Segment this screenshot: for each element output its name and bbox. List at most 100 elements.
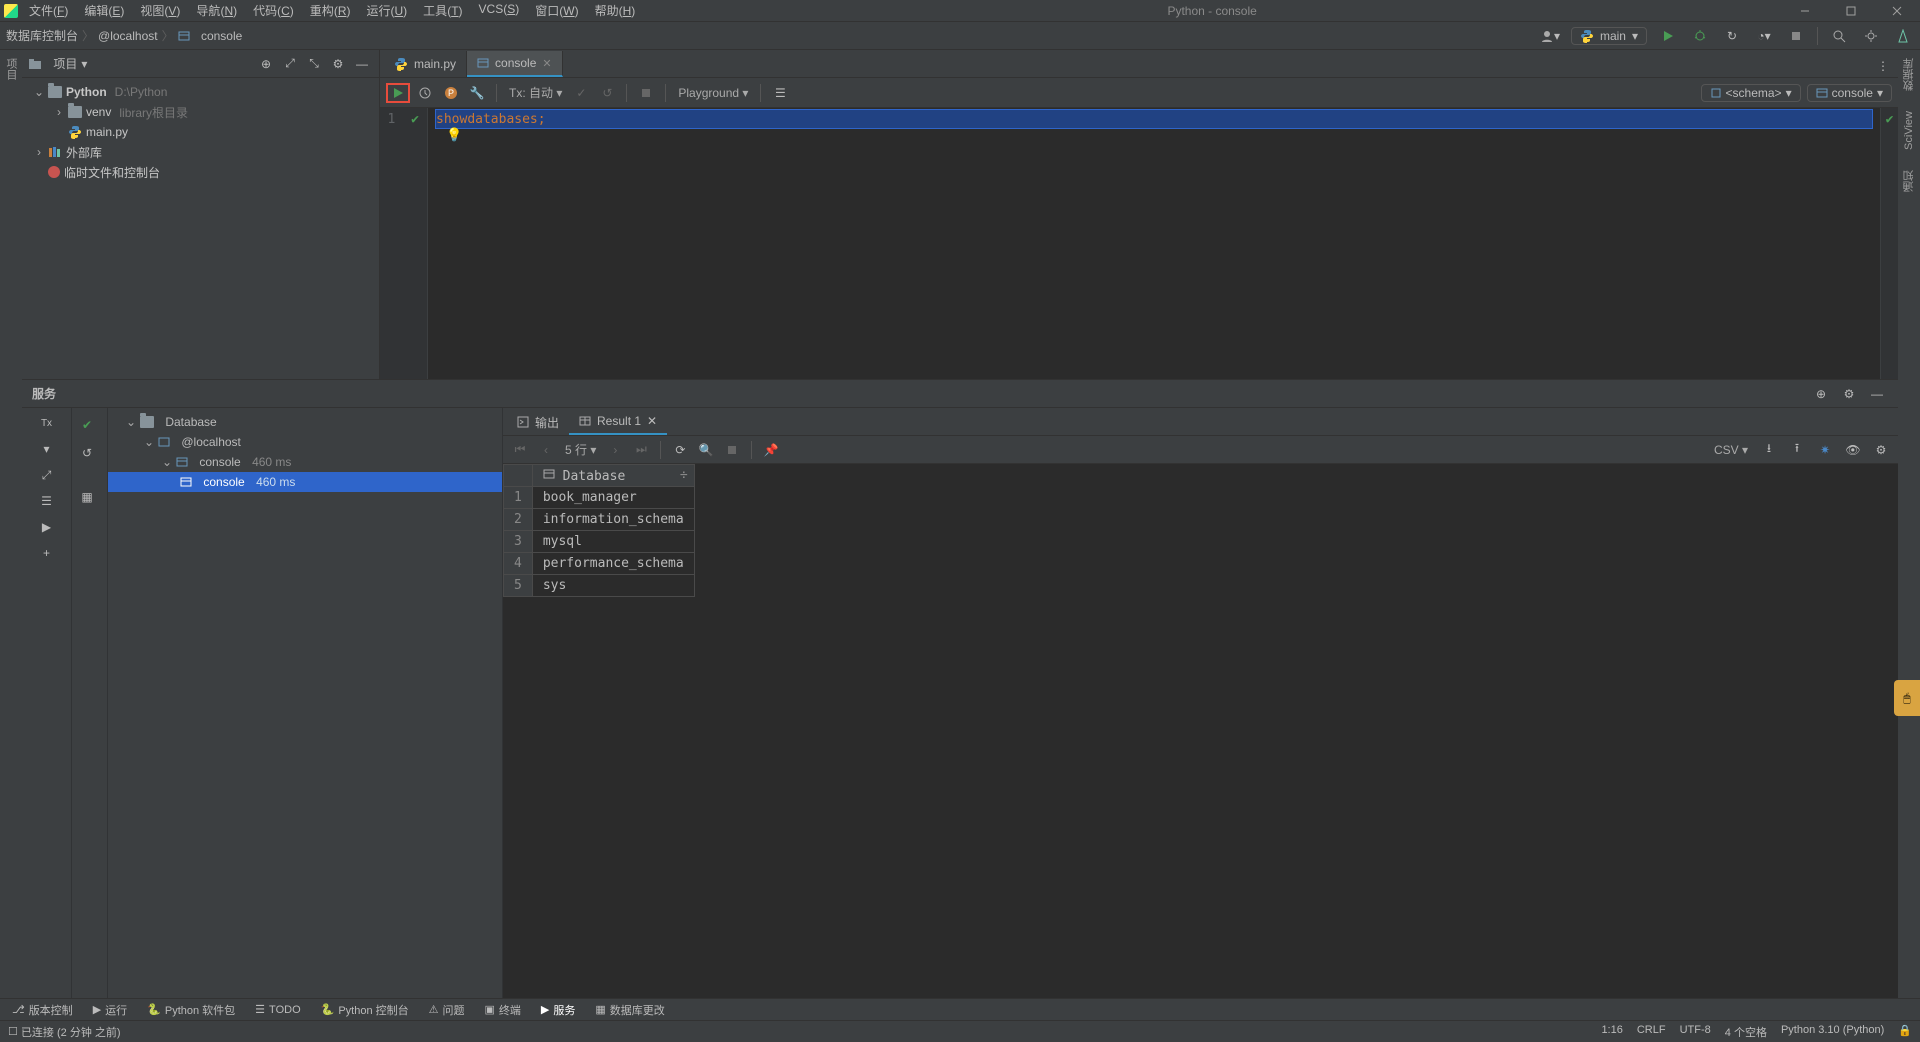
code-line-1[interactable]: show databases; xyxy=(436,110,1872,128)
first-page-icon[interactable]: ⏮ xyxy=(509,439,531,461)
expand-icon[interactable]: ⤢ xyxy=(279,53,301,75)
close-tab-icon[interactable]: ✕ xyxy=(542,57,551,70)
revert-icon[interactable]: ↺ xyxy=(76,442,98,464)
btab-dbchanges[interactable]: ▦ 数据库更改 xyxy=(587,1000,672,1020)
collapse-icon[interactable]: ⤡ xyxy=(303,53,325,75)
status-interpreter[interactable]: Python 3.10 (Python) xyxy=(1781,1024,1884,1040)
project-root[interactable]: ⌄ Python D:\Python xyxy=(22,82,379,102)
debug-button[interactable] xyxy=(1689,25,1711,47)
settings-icon[interactable] xyxy=(1860,25,1882,47)
last-page-icon[interactable]: ⏭ xyxy=(630,439,652,461)
p-badge-icon[interactable]: P xyxy=(440,82,462,104)
search-icon[interactable] xyxy=(1828,25,1850,47)
tree-scratches[interactable]: 临时文件和控制台 xyxy=(22,162,379,182)
export-format[interactable]: CSV ▾ xyxy=(1710,443,1752,457)
menu-code[interactable]: 代码(C) xyxy=(246,0,301,22)
database-tool-tab[interactable]: 数据库 xyxy=(1899,54,1919,95)
compare-icon[interactable]: ✷ xyxy=(1814,439,1836,461)
result-tab-output[interactable]: 输出 xyxy=(507,409,569,435)
hide-panel-icon[interactable]: — xyxy=(1866,383,1888,405)
project-tree[interactable]: ⌄ Python D:\Python › venv library根目录 mai… xyxy=(22,78,379,186)
btab-todo[interactable]: ☰ TODO xyxy=(247,1001,308,1018)
tree-item-venv[interactable]: › venv library根目录 xyxy=(22,102,379,122)
btab-pyconsole[interactable]: 🐍 Python 控制台 xyxy=(313,1000,417,1020)
tx-button[interactable]: Tx xyxy=(36,412,58,434)
result-tab-1[interactable]: Result 1✕ xyxy=(569,409,667,435)
btab-problems[interactable]: ⚠ 问题 xyxy=(421,1000,473,1020)
run-button[interactable] xyxy=(1657,25,1679,47)
status-encoding[interactable]: UTF-8 xyxy=(1680,1024,1711,1040)
tab-mainpy[interactable]: main.py xyxy=(384,51,467,77)
sciview-tool-tab[interactable]: SciView xyxy=(1901,107,1917,154)
project-tool-tab[interactable]: 项目 xyxy=(1,54,21,84)
reload-icon[interactable]: ⟳ xyxy=(669,439,691,461)
menu-tools[interactable]: 工具(T) xyxy=(416,0,469,22)
group-icon[interactable]: ☰ xyxy=(36,490,58,512)
result-grid[interactable]: Database÷ 1book_manager 2information_sch… xyxy=(503,464,1898,998)
tx-mode-selector[interactable]: Tx: 自动 ▾ xyxy=(505,84,566,101)
locate-service-icon[interactable]: ⊕ xyxy=(1810,383,1832,405)
session-selector[interactable]: console ▾ xyxy=(1807,84,1892,102)
coverage-button[interactable]: ↻ xyxy=(1721,25,1743,47)
schema-selector[interactable]: <schema> ▾ xyxy=(1701,84,1801,102)
rows-count[interactable]: 5 行 ▾ xyxy=(561,441,600,458)
maximize-button[interactable] xyxy=(1828,0,1874,22)
format-icon[interactable]: ☰ xyxy=(769,82,791,104)
stop-result-icon[interactable] xyxy=(721,439,743,461)
rollback-icon[interactable]: ↺ xyxy=(596,82,618,104)
hide-sidebar-icon[interactable]: — xyxy=(351,53,373,75)
download-icon[interactable]: ⭳ xyxy=(1758,439,1780,461)
run-config-selector[interactable]: main ▾ xyxy=(1571,27,1647,45)
menu-edit[interactable]: 编辑(E) xyxy=(77,0,131,22)
close-result-icon[interactable]: ✕ xyxy=(647,414,657,428)
side-notch-icon[interactable]: 🖱 xyxy=(1894,680,1920,716)
tree-item-mainpy[interactable]: main.py xyxy=(22,122,379,142)
notifications-tool-tab[interactable]: 通知 xyxy=(1899,166,1919,196)
cww-icon[interactable] xyxy=(1892,25,1914,47)
menu-navigate[interactable]: 导航(N) xyxy=(189,0,244,22)
crumb-1[interactable]: @localhost xyxy=(98,29,158,43)
user-icon[interactable]: ▾ xyxy=(1539,25,1561,47)
execute-button-highlighted[interactable] xyxy=(386,83,410,103)
lock-icon[interactable]: 🔒 xyxy=(1898,1024,1912,1040)
apply-icon[interactable]: ✔ xyxy=(76,414,98,436)
menu-window[interactable]: 窗口(W) xyxy=(528,0,585,22)
upload-icon[interactable]: ⭱ xyxy=(1786,439,1808,461)
cancel-run-icon[interactable] xyxy=(635,82,657,104)
crumb-0[interactable]: 数据库控制台 xyxy=(6,27,78,44)
menu-file[interactable]: 文件(F) xyxy=(22,0,75,22)
menu-refactor[interactable]: 重构(R) xyxy=(303,0,358,22)
menu-run[interactable]: 运行(U) xyxy=(359,0,414,22)
result-settings-icon[interactable]: ⚙ xyxy=(1870,439,1892,461)
svc-console-item[interactable]: console 460 ms xyxy=(108,472,502,492)
pin-icon[interactable]: 📌 xyxy=(760,439,782,461)
history-icon[interactable] xyxy=(414,82,436,104)
svc-console-group[interactable]: ⌄ console 460 ms xyxy=(108,452,502,472)
view-icon[interactable]: 👁 xyxy=(1842,439,1864,461)
prev-page-icon[interactable]: ‹ xyxy=(535,439,557,461)
menu-help[interactable]: 帮助(H) xyxy=(588,0,643,22)
close-button[interactable] xyxy=(1874,0,1920,22)
btab-services[interactable]: ▶ 服务 xyxy=(533,1000,583,1020)
svc-host[interactable]: ⌄ @localhost xyxy=(108,432,502,452)
expand-all-icon[interactable]: ⤢ xyxy=(36,464,58,486)
sidebar-settings-icon[interactable]: ⚙ xyxy=(327,53,349,75)
btab-vcs[interactable]: ⎇ 版本控制 xyxy=(4,1000,81,1020)
tab-console[interactable]: console ✕ xyxy=(467,51,563,77)
btab-packages[interactable]: 🐍 Python 软件包 xyxy=(139,1000,243,1020)
btab-terminal[interactable]: ▣ 终端 xyxy=(477,1000,529,1020)
add-svc-icon[interactable]: + xyxy=(36,542,58,564)
locate-icon[interactable]: ⊕ xyxy=(255,53,277,75)
playground-selector[interactable]: Playground ▾ xyxy=(674,86,752,100)
svc-database-group[interactable]: ⌄ Database xyxy=(108,412,502,432)
run-svc-icon[interactable]: ▶ xyxy=(36,516,58,538)
project-dropdown[interactable]: 项目 ▾ xyxy=(28,55,87,72)
crumb-2[interactable]: console xyxy=(178,29,243,43)
profile-button[interactable]: ◔▾ xyxy=(1753,25,1775,47)
services-tree[interactable]: ⌄ Database ⌄ @localhost ⌄ console 460 ms… xyxy=(108,408,503,998)
tab-more-icon[interactable]: ⋮ xyxy=(1876,55,1898,77)
minimize-button[interactable] xyxy=(1782,0,1828,22)
menu-vcs[interactable]: VCS(S) xyxy=(472,0,527,22)
status-eol[interactable]: CRLF xyxy=(1637,1024,1666,1040)
commit-icon[interactable]: ✓ xyxy=(570,82,592,104)
